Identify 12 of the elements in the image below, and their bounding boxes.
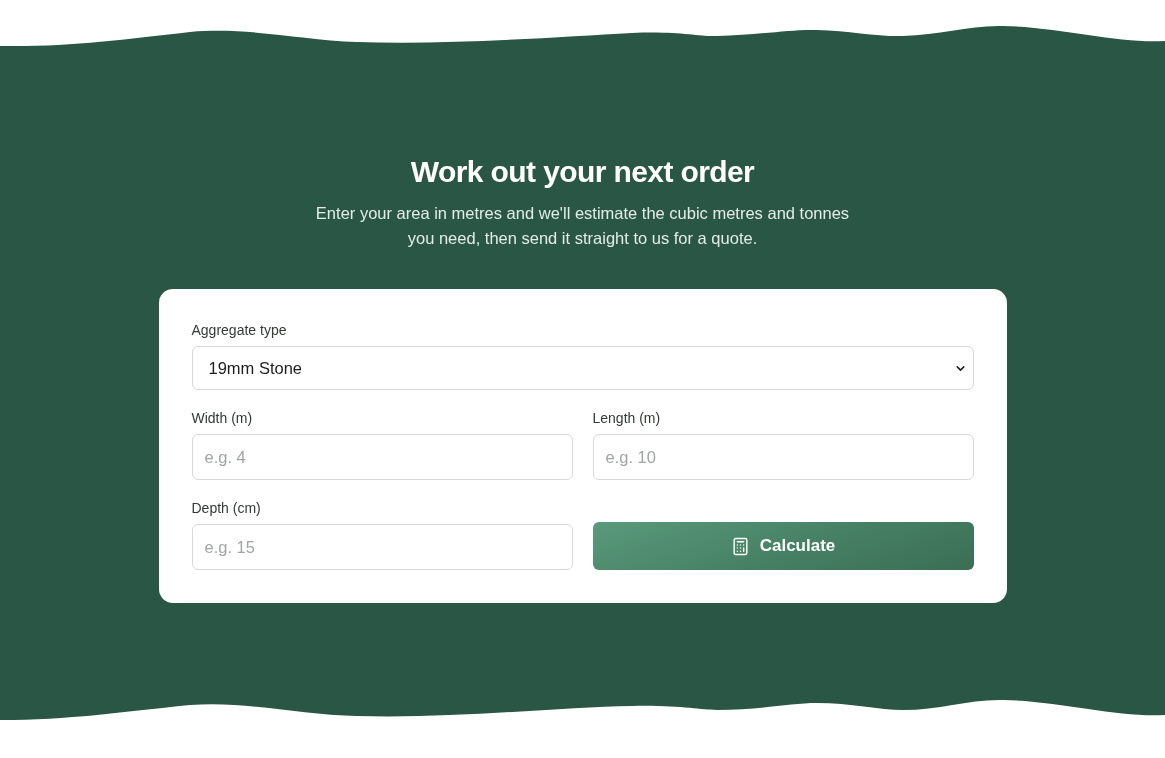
- aggregate-select[interactable]: 19mm Stone: [191, 346, 974, 390]
- section-title: Work out your next order: [410, 154, 755, 190]
- calculator-icon: [730, 536, 750, 556]
- input-field[interactable]: e.g. 15: [191, 524, 573, 570]
- input-field[interactable]: e.g. 4: [191, 434, 573, 480]
- field-label: Aggregate type: [191, 321, 288, 340]
- section-subtitle: Enter your area in metres and we'll estimate the cubic metres and tonnes you need, then send it straight to us for a quote.: [314, 203, 851, 249]
- calculate-button[interactable]: Calculate: [592, 522, 974, 570]
- input-field[interactable]: e.g. 10: [592, 434, 974, 480]
- field-label: Length (m): [592, 409, 662, 428]
- field-label: Depth (cm): [191, 499, 262, 518]
- field-label: Width (m): [191, 409, 254, 428]
